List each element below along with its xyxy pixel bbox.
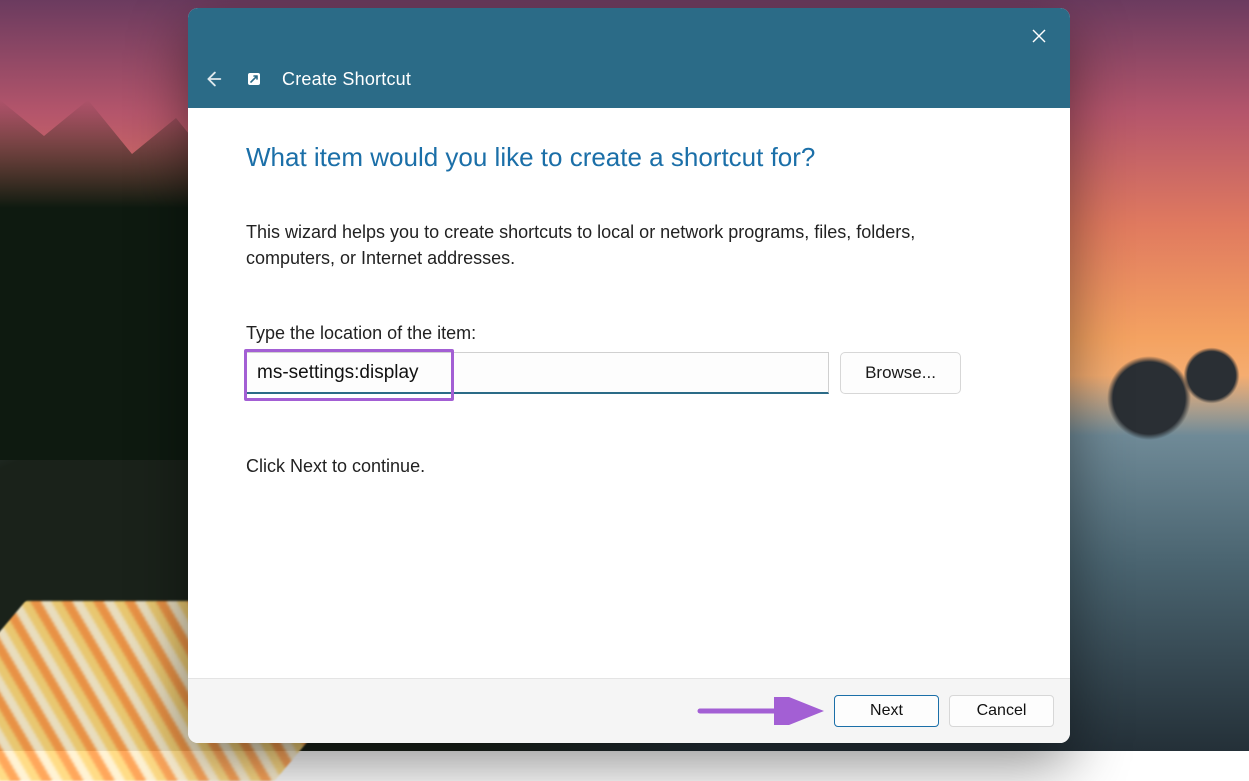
- window-title: Create Shortcut: [282, 69, 411, 90]
- shortcut-icon: [248, 73, 260, 85]
- create-shortcut-wizard-window: Create Shortcut What item would you like…: [188, 8, 1070, 743]
- close-button[interactable]: [1016, 16, 1062, 56]
- annotation-arrow-icon: [696, 697, 826, 725]
- location-label: Type the location of the item:: [246, 323, 1012, 344]
- location-field-row: Browse...: [246, 352, 1012, 394]
- close-icon: [1031, 28, 1047, 44]
- titlebar: Create Shortcut: [188, 8, 1070, 108]
- wizard-footer: Next Cancel: [188, 678, 1070, 743]
- back-button[interactable]: [200, 66, 226, 92]
- browse-button[interactable]: Browse...: [840, 352, 961, 394]
- continue-hint: Click Next to continue.: [246, 456, 1012, 477]
- location-input[interactable]: [246, 352, 829, 394]
- next-button[interactable]: Next: [834, 695, 939, 727]
- cancel-button[interactable]: Cancel: [949, 695, 1054, 727]
- wizard-description: This wizard helps you to create shortcut…: [246, 219, 1006, 271]
- arrow-left-icon: [202, 68, 224, 90]
- wizard-heading: What item would you like to create a sho…: [246, 142, 1012, 173]
- wizard-content: What item would you like to create a sho…: [188, 108, 1070, 678]
